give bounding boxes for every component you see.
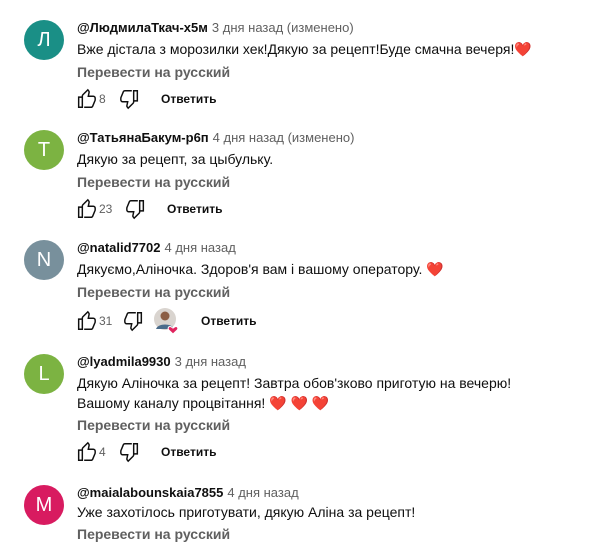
comment-actions: 8 Ответить — [75, 88, 275, 112]
comment-header: @ТатьянаБакум-р6п 4 дня назад (изменено) — [77, 130, 354, 146]
comment-text: Дякуємо,Аліночка. Здоров'я вам і вашому … — [77, 261, 444, 277]
reply-button[interactable]: Ответить — [201, 313, 256, 329]
like-count: 8 — [99, 92, 106, 106]
comment-text: Уже захотілось приготувати, дякую Аліна … — [77, 504, 416, 520]
comment-time[interactable]: 4 дня назад — [227, 485, 298, 500]
comment-time[interactable]: 4 дня назад (изменено) — [213, 130, 355, 145]
comment-text: Вже дістала з морозилки хек!Дякую за рец… — [77, 41, 532, 57]
avatar[interactable]: Л — [24, 20, 64, 60]
thumbs-up-icon[interactable] — [75, 198, 97, 220]
thumbs-down-icon[interactable] — [123, 310, 145, 332]
comment-author[interactable]: @maialabounskaia7855 — [77, 485, 223, 500]
comment-actions: 4 Ответить — [75, 441, 275, 465]
reply-button[interactable]: Ответить — [161, 91, 216, 107]
comment-time[interactable]: 4 дня назад — [165, 240, 236, 255]
translate-button[interactable]: Перевести на русский — [77, 283, 230, 301]
comment: M @maialabounskaia7855 4 дня назад Уже за… — [0, 485, 600, 545]
thumbs-up-icon[interactable] — [75, 441, 97, 463]
heart-emoji: ❤️ — [514, 41, 532, 57]
thumbs-up-icon[interactable] — [75, 310, 97, 332]
thumbs-down-icon[interactable] — [119, 441, 141, 463]
avatar[interactable]: N — [24, 240, 64, 280]
comment-author[interactable]: @lyadmila9930 — [77, 354, 171, 369]
comment-text: Дякую Аліночка за рецепт! Завтра обов'зк… — [77, 375, 512, 411]
comment-text: Дякую за рецепт, за цыбульку. — [77, 151, 274, 167]
heart-emoji: ❤️ — [426, 261, 444, 277]
comment-actions: 23 Ответить — [75, 198, 275, 222]
comment-header: @lyadmila9930 3 дня назад — [77, 354, 246, 370]
avatar[interactable]: L — [24, 354, 64, 394]
comment-header: @ЛюдмилаТкач-х5м 3 дня назад (изменено) — [77, 20, 354, 36]
like-count: 4 — [99, 445, 106, 459]
comment-header: @natalid7702 4 дня назад — [77, 240, 236, 256]
comment-author[interactable]: @ТатьянаБакум-р6п — [77, 130, 209, 145]
avatar[interactable]: T — [24, 130, 64, 170]
like-count: 31 — [99, 314, 113, 328]
thumbs-down-icon[interactable] — [125, 198, 147, 220]
like-count: 23 — [99, 202, 113, 216]
translate-button[interactable]: Перевести на русский — [77, 416, 230, 434]
translate-button[interactable]: Перевести на русский — [77, 525, 230, 543]
avatar[interactable]: M — [24, 485, 64, 525]
thumbs-down-icon[interactable] — [119, 88, 141, 110]
comment: L @lyadmila9930 3 дня назад Дякую Аліночк… — [0, 354, 600, 464]
reply-button[interactable]: Ответить — [161, 444, 216, 460]
translate-button[interactable]: Перевести на русский — [77, 63, 230, 81]
comment-time[interactable]: 3 дня назад — [175, 354, 246, 369]
comment: T @ТатьянаБакум-р6п 4 дня назад (изменено… — [0, 130, 600, 230]
comment: N @natalid7702 4 дня назад Дякуємо,Аліноч… — [0, 240, 600, 340]
translate-button[interactable]: Перевести на русский — [77, 173, 230, 191]
heart-emoji: ❤️ ❤️ ❤️ — [269, 395, 330, 411]
comment: Л @ЛюдмилаТкач-х5м 3 дня назад (изменено)… — [0, 20, 600, 120]
comment-actions: 31 Ответить — [75, 307, 295, 335]
comment-time[interactable]: 3 дня назад (изменено) — [212, 20, 354, 35]
reply-button[interactable]: Ответить — [167, 201, 222, 217]
comment-header: @maialabounskaia7855 4 дня назад — [77, 485, 299, 501]
comment-author[interactable]: @natalid7702 — [77, 240, 161, 255]
thumbs-up-icon[interactable] — [75, 88, 97, 110]
creator-heart-icon[interactable] — [153, 307, 181, 335]
comment-author[interactable]: @ЛюдмилаТкач-х5м — [77, 20, 208, 35]
